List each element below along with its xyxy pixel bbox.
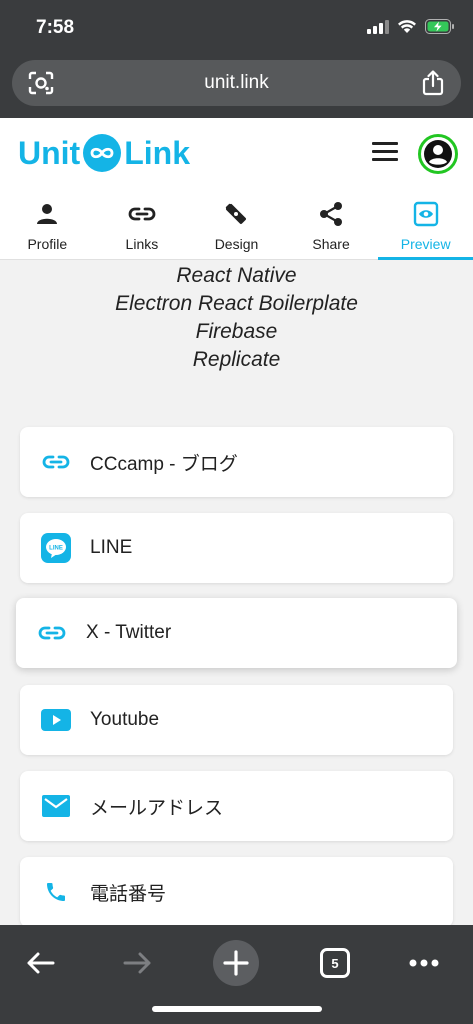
tab-profile[interactable]: Profile [0, 190, 95, 259]
link-label: LINE [90, 537, 133, 558]
link-icon [40, 446, 72, 478]
youtube-icon [40, 704, 72, 736]
tab-label: Share [312, 236, 350, 252]
logo-text-link: Link [124, 134, 190, 171]
tab-label: Design [214, 236, 259, 252]
link-label: CCcamp - ブログ [90, 453, 238, 475]
home-indicator [152, 1006, 322, 1012]
share-sheet-icon[interactable] [421, 70, 445, 96]
infinity-logo-icon [83, 134, 122, 172]
plus-icon [213, 940, 259, 986]
share-icon [319, 199, 343, 229]
back-arrow-icon[interactable] [22, 941, 58, 985]
url-text[interactable]: unit.link [12, 72, 461, 94]
tab-label: Links [125, 236, 159, 252]
unit-link-logo[interactable]: Unit Link [18, 134, 190, 172]
link-card-email[interactable]: メールアドレス [20, 771, 453, 841]
phone-icon [40, 876, 72, 908]
preview-eye-icon [413, 199, 439, 229]
mail-icon [40, 790, 72, 822]
url-bar[interactable]: unit.link [12, 60, 461, 106]
link-card-blog[interactable]: CCcamp - ブログ [20, 427, 453, 497]
design-tools-icon [223, 199, 249, 229]
more-options-icon[interactable] [408, 941, 440, 985]
account-circle-icon [424, 140, 452, 168]
link-label: X - Twitter [86, 622, 172, 643]
link-label: 電話番号 [90, 883, 167, 905]
link-label: Youtube [90, 709, 160, 730]
browser-chrome: 7:58 unit.link [0, 0, 473, 118]
svg-text:LINE: LINE [49, 546, 63, 552]
status-icons [367, 19, 455, 34]
tab-label: Preview [400, 236, 451, 252]
hamburger-menu-icon[interactable] [372, 142, 398, 164]
link-card-youtube[interactable]: Youtube [20, 685, 453, 755]
profile-description: React Native Electron React Boilerplate … [0, 262, 473, 374]
person-icon [35, 199, 59, 229]
link-icon [36, 617, 68, 649]
link-card-twitter[interactable]: X - Twitter [16, 598, 457, 668]
tech-item: React Native [176, 264, 297, 287]
forward-arrow-icon[interactable] [120, 941, 156, 985]
tab-preview[interactable]: Preview [378, 190, 473, 260]
tab-share[interactable]: Share [284, 190, 379, 259]
link-card-line[interactable]: LINE LINE [20, 513, 453, 583]
status-time: 7:58 [36, 17, 75, 38]
tab-count: 5 [331, 955, 339, 971]
line-icon: LINE [40, 532, 72, 564]
tab-design[interactable]: Design [189, 190, 284, 259]
app-header: Unit Link [0, 118, 473, 190]
tab-switcher-button[interactable]: 5 [318, 941, 352, 985]
new-tab-button[interactable] [213, 940, 259, 986]
avatar[interactable] [418, 134, 458, 174]
tab-label: Profile [27, 236, 68, 252]
editor-tabs: Profile Links Design Share Preview [0, 190, 473, 260]
preview-content[interactable]: React Native Electron React Boilerplate … [0, 260, 473, 925]
tech-item: Firebase [195, 320, 278, 343]
tab-links[interactable]: Links [95, 190, 190, 259]
battery-charging-icon [425, 19, 454, 34]
wifi-icon [398, 20, 416, 33]
tab-count-badge: 5 [320, 948, 350, 978]
link-card-phone[interactable]: 電話番号 [20, 857, 453, 925]
tech-item: Electron React Boilerplate [115, 292, 358, 315]
cellular-signal-icon [367, 19, 389, 34]
tech-item: Replicate [192, 348, 281, 371]
link-label: メールアドレス [90, 797, 224, 819]
link-icon [128, 199, 156, 229]
logo-text-unit: Unit [18, 134, 81, 171]
